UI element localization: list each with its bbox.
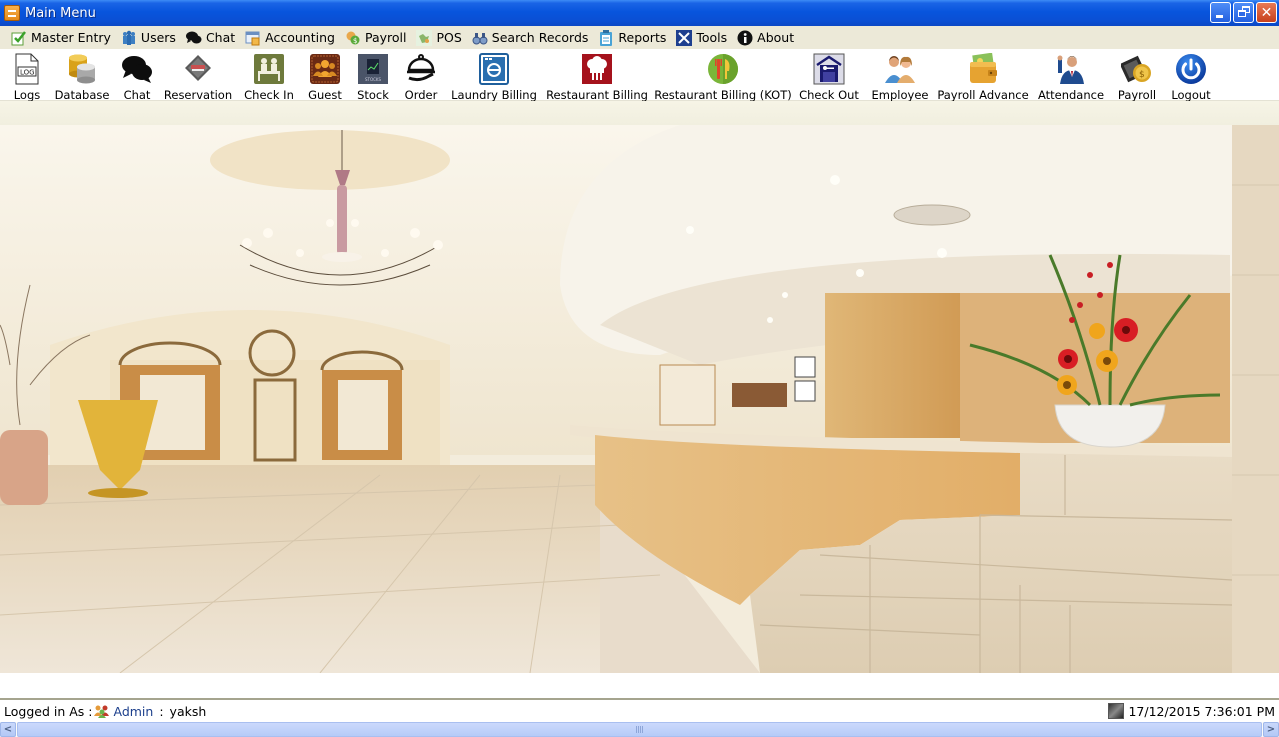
current-datetime: 17/12/2015 7:36:01 PM <box>1128 703 1275 719</box>
toolbar-guest-button[interactable]: Guest <box>306 49 344 102</box>
employee-icon <box>884 53 916 85</box>
scroll-left-button[interactable]: < <box>0 722 16 737</box>
log-file-icon: LOG <box>11 53 43 85</box>
minimize-button[interactable] <box>1210 2 1231 23</box>
cloche-icon <box>405 53 437 85</box>
horizontal-scrollbar[interactable]: < > <box>0 722 1279 737</box>
toolbar-check-out-button[interactable]: Check Out <box>799 49 859 102</box>
toolbar-reservation-button[interactable]: Reservation <box>164 49 232 102</box>
wallet-icon <box>967 52 999 85</box>
chat-bubbles-icon <box>121 53 153 85</box>
hotel-lobby-background-image <box>0 125 1279 673</box>
svg-text:$: $ <box>1139 70 1145 80</box>
username: yaksh <box>169 703 207 719</box>
svg-text:STOCKS: STOCKS <box>365 77 382 82</box>
toolbar-order-button[interactable]: Order <box>402 49 440 102</box>
toolbar-database-button[interactable]: Database <box>55 49 109 102</box>
check-in-icon <box>253 53 285 85</box>
guest-icon <box>309 53 341 85</box>
window-title: Main Menu <box>25 5 96 21</box>
binoculars-icon <box>472 30 488 46</box>
chef-hat-icon <box>581 53 613 85</box>
svg-text:$: $ <box>353 37 357 45</box>
main-workspace <box>0 101 1279 698</box>
toolbar-laundry-billing-button[interactable]: Laundry Billing <box>451 49 537 102</box>
user-role: Admin <box>113 703 154 719</box>
toolbar-payroll-advance-button[interactable]: Payroll Advance <box>937 49 1029 102</box>
master-entry-icon <box>11 30 27 46</box>
database-icon <box>66 53 98 85</box>
title-bar: Main Menu ✕ <box>0 0 1279 26</box>
menu-bar: Master Entry Users Chat Accounting $ Pay… <box>0 26 1279 49</box>
power-icon <box>1175 53 1207 85</box>
menu-chat[interactable]: Chat <box>184 27 243 48</box>
users-icon <box>121 30 137 46</box>
minimize-icon <box>1216 15 1223 18</box>
menu-users[interactable]: Users <box>119 27 184 48</box>
chevron-right-icon: > <box>1266 724 1276 735</box>
toolbar-restaurant-billing-button[interactable]: Restaurant Billing <box>546 49 648 102</box>
menu-master-entry[interactable]: Master Entry <box>9 27 119 48</box>
toolbar-stock-button[interactable]: STOCKS Stock <box>354 49 392 102</box>
window-controls: ✕ <box>1210 2 1277 23</box>
menu-tools[interactable]: Tools <box>674 27 735 48</box>
toolbar-employee-button[interactable]: Employee <box>872 49 928 102</box>
workspace-bottom-gap <box>0 673 1279 698</box>
menu-payroll[interactable]: $ Payroll <box>343 27 415 48</box>
menu-pos[interactable]: POS <box>414 27 469 48</box>
toolbar-logout-button[interactable]: Logout <box>1170 49 1212 102</box>
login-status: Logged in As : Admin : yaksh <box>0 704 206 719</box>
washing-machine-icon <box>478 53 510 85</box>
grip-icon <box>635 726 644 733</box>
scroll-right-button[interactable]: > <box>1263 722 1279 737</box>
admin-users-icon <box>94 704 110 718</box>
attendance-icon <box>1055 53 1087 85</box>
workspace-top-strip <box>0 101 1279 125</box>
close-icon: ✕ <box>1260 4 1273 21</box>
chevron-left-icon: < <box>3 724 13 735</box>
toolbar-attendance-button[interactable]: Attendance <box>1038 49 1104 102</box>
toolbar: LOG Logs Database Chat Reservation Check… <box>0 49 1279 102</box>
toolbar-check-in-button[interactable]: Check In <box>244 49 294 102</box>
close-button[interactable]: ✕ <box>1256 2 1277 23</box>
reservation-icon <box>182 53 214 85</box>
clipboard-icon <box>598 29 614 46</box>
toolbar-restaurant-billing-kot-button[interactable]: Restaurant Billing (KOT) <box>654 49 792 102</box>
check-out-icon <box>813 53 845 85</box>
status-bar: Logged in As : Admin : yaksh 17/12/2015 … <box>0 698 1279 722</box>
logged-in-label: Logged in As : <box>4 703 93 719</box>
status-separator: : <box>159 703 164 719</box>
scrollbar-thumb[interactable] <box>17 722 1262 737</box>
toolbar-logs-button[interactable]: LOG Logs <box>8 49 46 102</box>
menu-reports[interactable]: Reports <box>596 27 674 48</box>
app-icon <box>4 5 20 21</box>
menu-search-records[interactable]: Search Records <box>470 27 597 48</box>
accounting-icon <box>245 30 261 46</box>
clock-icon <box>1108 703 1125 719</box>
stock-icon: STOCKS <box>357 53 389 85</box>
info-icon <box>737 30 753 46</box>
chat-icon <box>185 30 202 46</box>
toolbar-chat-button[interactable]: Chat <box>120 49 154 102</box>
svg-text:LOG: LOG <box>20 69 35 77</box>
maximize-button[interactable] <box>1233 2 1254 23</box>
toolbar-payroll-button[interactable]: $ Payroll <box>1116 49 1158 102</box>
pos-icon <box>416 29 433 46</box>
tools-icon <box>676 29 693 46</box>
payroll-icon: $ <box>345 30 361 46</box>
cutlery-icon <box>707 53 739 85</box>
menu-about[interactable]: About <box>735 27 802 48</box>
money-icon: $ <box>1119 53 1153 85</box>
menu-accounting[interactable]: Accounting <box>243 27 343 48</box>
datetime-status: 17/12/2015 7:36:01 PM <box>1108 703 1279 719</box>
